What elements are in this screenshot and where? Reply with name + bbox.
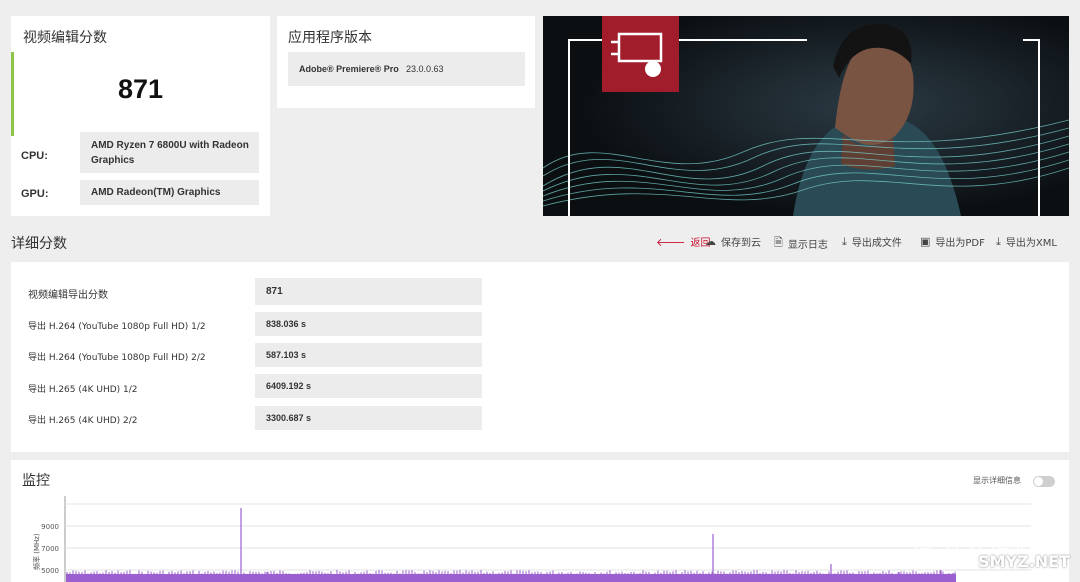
cloud-icon: ☁ bbox=[705, 235, 716, 248]
y-axis-label: 频率 (MHz) bbox=[32, 533, 41, 570]
gpu-label: GPU: bbox=[21, 188, 49, 200]
export-xml-button[interactable]: ⤓ 导出为XML bbox=[996, 234, 1057, 250]
download-icon: ⤓ bbox=[996, 234, 1001, 248]
save-cloud-button[interactable]: ☁ 保存到云 bbox=[705, 234, 761, 249]
banner-illustration bbox=[543, 16, 1069, 216]
y-tick-label: 7000 bbox=[41, 545, 59, 553]
document-icon: 🗎 bbox=[774, 236, 783, 249]
monitor-chart: 频率 (MHz) 9000 7000 5000 bbox=[32, 496, 1031, 582]
back-button[interactable]: 🡐 返回 bbox=[656, 234, 711, 250]
detail-row-label: 导出 H.264 (YouTube 1080p Full HD) 1/2 bbox=[28, 322, 206, 332]
score-card-title: 视频编辑分数 bbox=[23, 30, 107, 46]
detail-row-value: 838.036 s bbox=[255, 312, 482, 336]
detail-row-label: 导出 H.264 (YouTube 1080p Full HD) 2/2 bbox=[28, 353, 206, 363]
download-icon: ⤓ bbox=[842, 234, 847, 248]
detail-row-label: 导出 H.265 (4K UHD) 1/2 bbox=[28, 385, 138, 395]
app-version: 23.0.0.63 bbox=[406, 63, 444, 74]
score-card: 视频编辑分数 871 CPU: AMD Ryzen 7 6800U with R… bbox=[11, 16, 270, 216]
save-cloud-label: 保存到云 bbox=[721, 238, 761, 249]
detail-row-value: 3300.687 s bbox=[255, 406, 482, 430]
arrow-left-icon: 🡐 bbox=[656, 235, 686, 249]
app-name: Adobe® Premiere® Pro bbox=[299, 63, 399, 74]
details-title: 详细分数 bbox=[11, 236, 67, 252]
overall-score: 871 bbox=[117, 74, 164, 104]
detail-row-label: 导出 H.265 (4K UHD) 2/2 bbox=[28, 416, 138, 426]
monitor-card: 监控 显示详细信息 频率 (MHz) 9000 7000 5000 bbox=[11, 460, 1069, 582]
gridlines bbox=[65, 503, 1031, 571]
export-pdf-button[interactable]: ▣ 导出为PDF bbox=[920, 234, 985, 249]
show-log-label: 显示日志 bbox=[787, 240, 828, 251]
cpu-label: CPU: bbox=[21, 150, 48, 162]
show-log-button[interactable]: 🗎 显示日志 bbox=[774, 234, 828, 253]
export-file-button[interactable]: ⤓ 导出成文件 bbox=[842, 234, 902, 250]
export-pdf-label: 导出为PDF bbox=[935, 238, 985, 249]
detail-row-label: 视频编辑导出分数 bbox=[28, 290, 108, 301]
version-row: Adobe® Premiere® Pro 23.0.0.63 bbox=[288, 52, 525, 86]
benchmark-banner-image bbox=[543, 16, 1069, 216]
gpu-value: AMD Radeon(TM) Graphics bbox=[80, 180, 259, 205]
export-file-label: 导出成文件 bbox=[851, 238, 902, 249]
y-tick-label: 5000 bbox=[41, 567, 59, 575]
export-xml-label: 导出为XML bbox=[1005, 238, 1057, 249]
cpu-value: AMD Ryzen 7 6800U with Radeon Graphics bbox=[80, 132, 259, 173]
detail-row-value: 871 bbox=[255, 278, 482, 305]
floppy-disk-icon: ▣ bbox=[920, 235, 931, 248]
details-card: 视频编辑导出分数 871 导出 H.264 (YouTube 1080p Ful… bbox=[11, 262, 1069, 452]
watermark-site: SMYZ.NET bbox=[978, 552, 1070, 571]
y-tick-label: 9000 bbox=[41, 523, 59, 531]
detail-row-value: 6409.192 s bbox=[255, 374, 482, 398]
presentation-icon-dot bbox=[645, 61, 661, 77]
frequency-series bbox=[66, 508, 956, 582]
version-card: 应用程序版本 Adobe® Premiere® Pro 23.0.0.63 bbox=[277, 16, 535, 108]
detail-row-value: 587.103 s bbox=[255, 343, 482, 367]
version-card-title: 应用程序版本 bbox=[288, 30, 372, 46]
